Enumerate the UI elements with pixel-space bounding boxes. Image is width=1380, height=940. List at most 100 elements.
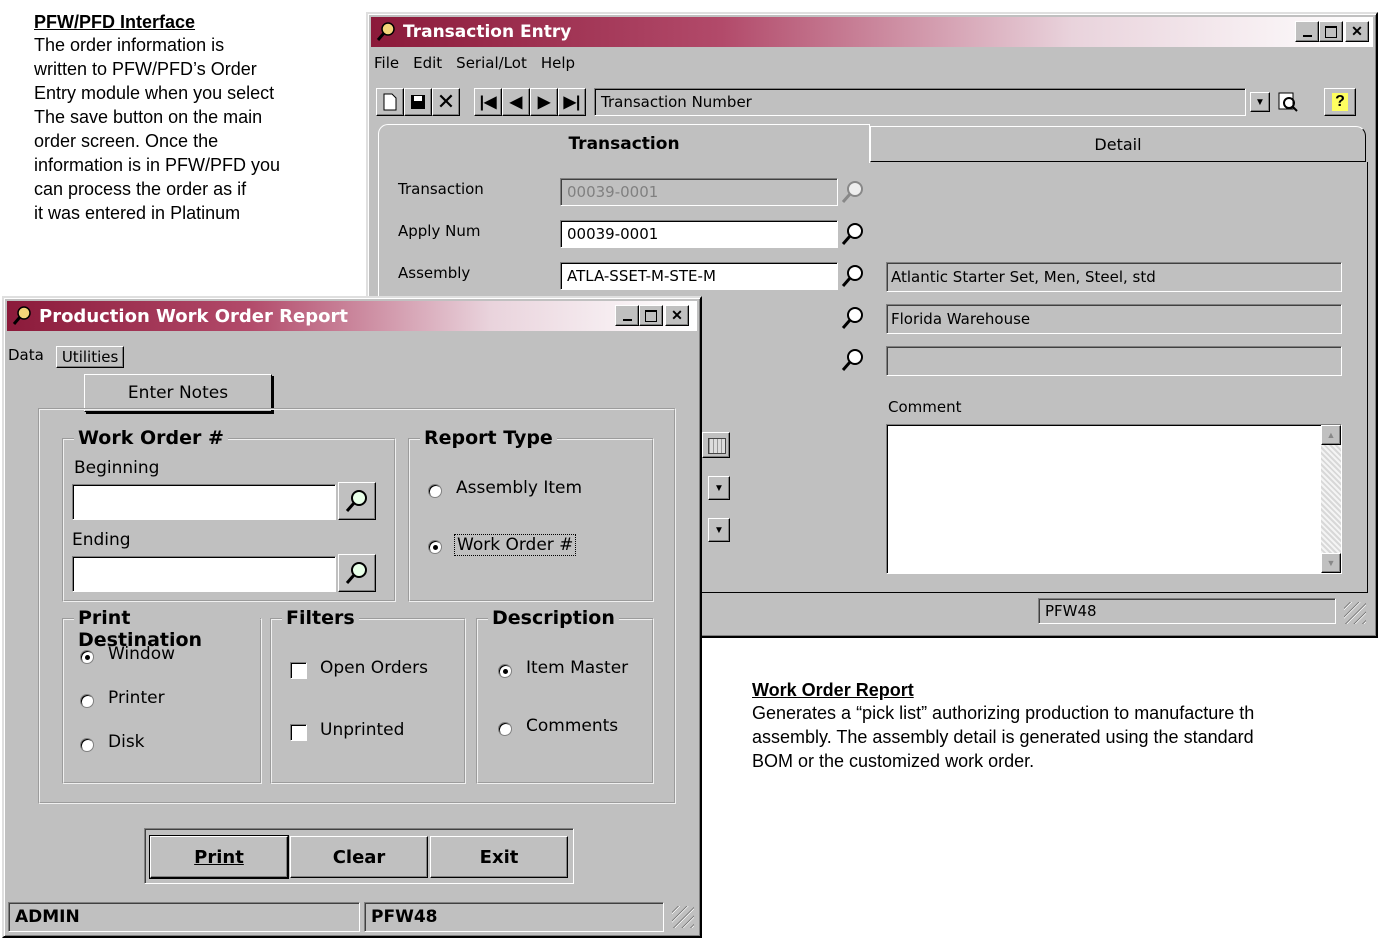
menu-edit[interactable]: Edit	[413, 54, 442, 72]
checkbox-open-orders[interactable]	[290, 662, 307, 679]
first-icon: |◀	[479, 94, 497, 111]
item-master-label[interactable]: Item Master	[526, 658, 628, 678]
dropdown-button-1[interactable]: ▼	[708, 476, 730, 500]
menu-data[interactable]: Data	[8, 346, 44, 368]
comments-label[interactable]: Comments	[526, 716, 618, 736]
comment-label: Comment	[888, 398, 962, 416]
work-order-titlebar[interactable]: Production Work Order Report ✕	[7, 301, 697, 331]
warehouse-lookup[interactable]	[838, 303, 868, 333]
assembly-field[interactable]: ATLA-SSET-M-STE-M	[560, 262, 838, 290]
resize-grip[interactable]	[1344, 602, 1366, 624]
prev-icon: ◀	[509, 94, 523, 111]
assembly-lookup[interactable]	[838, 261, 868, 291]
radio-assembly-item[interactable]	[428, 484, 442, 498]
radio-work-order[interactable]	[428, 540, 442, 554]
toolbar: ✕ |◀ ◀ ▶ ▶| Transaction Number ▼ ?	[376, 88, 1366, 118]
radio-disk[interactable]	[80, 738, 94, 752]
comment-textarea[interactable]: ▲ ▼	[886, 424, 1342, 574]
note-body: Generates a “pick list” authorizing prod…	[752, 701, 1380, 773]
calendar-icon	[708, 438, 726, 454]
exit-button[interactable]: Exit	[430, 836, 568, 878]
disk-option-label[interactable]: Disk	[108, 732, 145, 752]
menu-utilities[interactable]: Utilities	[55, 346, 125, 368]
close-button[interactable]: ✕	[665, 305, 689, 326]
status-user: ADMIN	[8, 902, 360, 932]
menu-file[interactable]: File	[374, 54, 399, 72]
maximize-button[interactable]	[639, 305, 663, 326]
assembly-item-label[interactable]: Assembly Item	[456, 478, 582, 498]
help-button[interactable]: ?	[1324, 88, 1356, 116]
menu-serial-lot[interactable]: Serial/Lot	[456, 54, 527, 72]
transaction-field: 00039-0001	[560, 178, 838, 206]
maximize-button[interactable]	[1319, 21, 1343, 42]
tab-label: Transaction	[568, 134, 680, 154]
next-record-button[interactable]: ▶	[530, 88, 558, 116]
tab-detail[interactable]: Detail	[870, 126, 1366, 162]
menu-bar: File Edit Serial/Lot Help	[374, 54, 575, 72]
delete-icon: ✕	[436, 89, 456, 114]
app-icon	[375, 21, 397, 43]
lookup-combo[interactable]: Transaction Number	[594, 88, 1246, 116]
apply-num-lookup[interactable]	[838, 219, 868, 249]
new-button[interactable]	[376, 88, 404, 116]
note-title: PFW/PFD Interface	[34, 12, 196, 32]
work-order-option-label[interactable]: Work Order #	[454, 534, 577, 556]
status-database: PFW48	[364, 902, 664, 932]
transaction-lookup	[838, 177, 868, 207]
new-icon	[383, 93, 397, 111]
maximize-icon	[645, 309, 657, 322]
transaction-value: 00039-0001	[567, 183, 659, 201]
first-record-button[interactable]: |◀	[474, 88, 502, 116]
work-order-legend: Work Order #	[74, 427, 228, 449]
apply-num-label: Apply Num	[398, 222, 481, 240]
transaction-entry-titlebar[interactable]: Transaction Entry ✕	[371, 17, 1373, 47]
close-button[interactable]: ✕	[1345, 21, 1369, 42]
print-button[interactable]: Print	[149, 835, 289, 879]
radio-item-master[interactable]	[498, 664, 512, 678]
clear-label: Clear	[332, 846, 386, 868]
minimize-button[interactable]	[1295, 21, 1319, 42]
clear-button[interactable]: Clear	[290, 836, 428, 878]
scroll-up-button[interactable]: ▲	[1321, 425, 1341, 445]
radio-printer[interactable]	[80, 694, 94, 708]
calendar-button[interactable]	[702, 432, 730, 458]
tab-transaction[interactable]: Transaction	[378, 124, 870, 163]
delete-button[interactable]: ✕	[432, 88, 460, 116]
resize-grip[interactable]	[672, 906, 694, 928]
comment-scrollbar[interactable]: ▲ ▼	[1321, 425, 1341, 573]
save-button[interactable]	[404, 88, 432, 116]
dropdown-button-2[interactable]: ▼	[708, 518, 730, 542]
find-button[interactable]	[1274, 88, 1302, 116]
prev-record-button[interactable]: ◀	[502, 88, 530, 116]
ending-lookup-button[interactable]	[338, 554, 376, 592]
beginning-input[interactable]	[72, 484, 336, 520]
beginning-lookup-button[interactable]	[338, 482, 376, 520]
work-order-report-window: Production Work Order Report ✕ Data Util…	[2, 296, 702, 938]
window-option-label[interactable]: Window	[108, 644, 175, 664]
unprinted-label[interactable]: Unprinted	[320, 720, 404, 740]
radio-comments[interactable]	[498, 722, 512, 736]
open-orders-label[interactable]: Open Orders	[320, 658, 428, 678]
arrow-down-icon: ▼	[1326, 558, 1336, 568]
chevron-down-icon: ▼	[1255, 96, 1265, 108]
note-line: BOM or the customized work order.	[752, 751, 1035, 771]
minimize-button[interactable]	[615, 305, 639, 326]
minimize-icon	[1302, 34, 1312, 37]
lookup-combo-dropdown[interactable]: ▼	[1250, 92, 1270, 112]
last-record-button[interactable]: ▶|	[558, 88, 586, 116]
menu-help[interactable]: Help	[541, 54, 575, 72]
extra-lookup[interactable]	[838, 345, 868, 375]
printer-option-label[interactable]: Printer	[108, 688, 165, 708]
report-type-group: Report Type	[408, 427, 654, 602]
magnifier-icon	[841, 349, 863, 371]
status-database-value: PFW48	[371, 907, 438, 927]
ending-input[interactable]	[72, 556, 336, 592]
checkbox-unprinted[interactable]	[290, 724, 307, 741]
apply-num-field[interactable]: 00039-0001	[560, 220, 838, 248]
extra-description	[886, 346, 1342, 376]
note-line: it was entered in Platinum	[34, 203, 241, 223]
assembly-value: ATLA-SSET-M-STE-M	[567, 267, 716, 285]
scroll-down-button[interactable]: ▼	[1321, 553, 1341, 573]
radio-window[interactable]	[80, 650, 94, 664]
enter-notes-menu-item[interactable]: Enter Notes	[84, 374, 272, 412]
